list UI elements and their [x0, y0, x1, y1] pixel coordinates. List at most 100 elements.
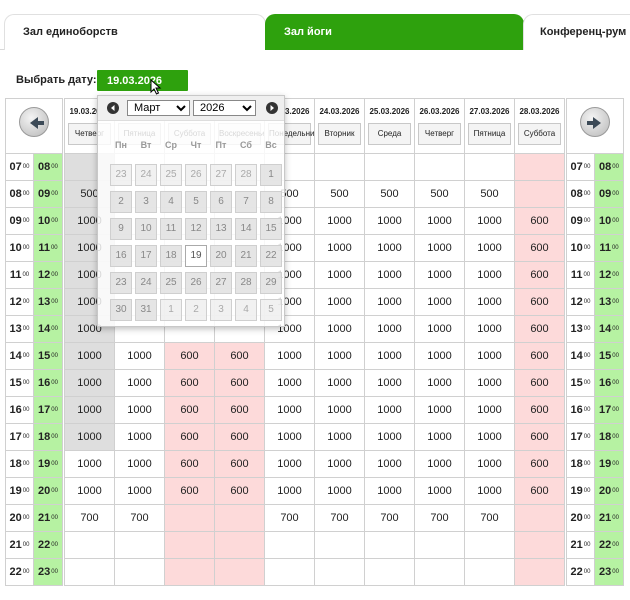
schedule-slot[interactable]: [164, 531, 215, 559]
schedule-slot[interactable]: 700: [264, 504, 315, 532]
calendar-day[interactable]: 10: [135, 218, 157, 240]
tab-conference-room[interactable]: Конференц-рум: [523, 14, 630, 50]
schedule-slot[interactable]: [64, 558, 115, 586]
schedule-slot[interactable]: 1000: [314, 342, 365, 370]
schedule-slot[interactable]: 1000: [314, 261, 365, 289]
schedule-slot[interactable]: 1000: [464, 315, 515, 343]
schedule-slot[interactable]: 1000: [414, 261, 465, 289]
schedule-slot[interactable]: [464, 531, 515, 559]
calendar-day[interactable]: 12: [185, 218, 207, 240]
schedule-slot[interactable]: 1000: [314, 423, 365, 451]
schedule-slot[interactable]: 1000: [64, 477, 115, 505]
schedule-slot[interactable]: 1000: [314, 477, 365, 505]
calendar-day[interactable]: 23: [110, 272, 132, 294]
chevron-left-icon[interactable]: [107, 102, 119, 114]
calendar-day[interactable]: 24: [135, 272, 157, 294]
tab-yoga-hall[interactable]: Зал йоги: [265, 14, 524, 50]
schedule-slot[interactable]: 1000: [464, 396, 515, 424]
schedule-slot[interactable]: 700: [364, 504, 415, 532]
schedule-slot[interactable]: 1000: [364, 423, 415, 451]
schedule-slot[interactable]: [214, 504, 265, 532]
calendar-day[interactable]: 21: [235, 245, 257, 267]
schedule-slot[interactable]: 1000: [414, 342, 465, 370]
calendar-day[interactable]: 2: [185, 299, 207, 321]
schedule-slot[interactable]: [464, 558, 515, 586]
calendar-day[interactable]: 28: [235, 164, 257, 186]
calendar-day[interactable]: 16: [110, 245, 132, 267]
calendar-day[interactable]: 7: [235, 191, 257, 213]
schedule-slot[interactable]: 500: [314, 180, 365, 208]
schedule-slot[interactable]: 1000: [364, 396, 415, 424]
schedule-slot[interactable]: 1000: [64, 423, 115, 451]
schedule-slot[interactable]: 600: [214, 342, 265, 370]
schedule-slot[interactable]: 1000: [64, 450, 115, 478]
schedule-slot[interactable]: 1000: [364, 315, 415, 343]
schedule-slot[interactable]: 1000: [264, 369, 315, 397]
column-weekday-button[interactable]: Вторник: [318, 123, 361, 145]
schedule-slot[interactable]: 1000: [364, 342, 415, 370]
schedule-slot[interactable]: [64, 531, 115, 559]
schedule-slot[interactable]: 700: [464, 504, 515, 532]
schedule-slot[interactable]: 1000: [364, 234, 415, 262]
calendar-day[interactable]: 18: [160, 245, 182, 267]
date-input[interactable]: [97, 70, 188, 91]
schedule-slot[interactable]: 1000: [114, 396, 165, 424]
calendar-day[interactable]: 1: [260, 164, 282, 186]
schedule-slot[interactable]: [314, 558, 365, 586]
schedule-slot[interactable]: 1000: [314, 288, 365, 316]
schedule-slot[interactable]: 600: [514, 477, 565, 505]
calendar-day[interactable]: 13: [210, 218, 232, 240]
schedule-slot[interactable]: 600: [164, 477, 215, 505]
calendar-day[interactable]: 1: [160, 299, 182, 321]
schedule-slot[interactable]: 700: [64, 504, 115, 532]
schedule-slot[interactable]: 1000: [464, 450, 515, 478]
schedule-slot[interactable]: 1000: [264, 396, 315, 424]
schedule-slot[interactable]: 600: [164, 369, 215, 397]
schedule-slot[interactable]: 600: [164, 423, 215, 451]
schedule-slot[interactable]: 1000: [64, 342, 115, 370]
schedule-slot[interactable]: 500: [464, 180, 515, 208]
calendar-day[interactable]: 17: [135, 245, 157, 267]
next-week-button[interactable]: [580, 107, 610, 137]
schedule-slot[interactable]: 1000: [264, 423, 315, 451]
schedule-slot[interactable]: 1000: [114, 369, 165, 397]
calendar-day[interactable]: 2: [110, 191, 132, 213]
schedule-slot[interactable]: 600: [214, 450, 265, 478]
schedule-slot[interactable]: 1000: [414, 423, 465, 451]
schedule-slot[interactable]: 1000: [114, 423, 165, 451]
schedule-slot[interactable]: 600: [514, 423, 565, 451]
schedule-slot[interactable]: 1000: [364, 450, 415, 478]
calendar-day[interactable]: 30: [110, 299, 132, 321]
schedule-slot[interactable]: 1000: [364, 261, 415, 289]
chevron-right-icon[interactable]: [266, 102, 278, 114]
calendar-day[interactable]: 4: [160, 191, 182, 213]
schedule-slot[interactable]: [464, 153, 515, 181]
schedule-slot[interactable]: 1000: [114, 342, 165, 370]
schedule-slot[interactable]: 1000: [114, 477, 165, 505]
calendar-day[interactable]: 5: [185, 191, 207, 213]
schedule-slot[interactable]: 1000: [314, 450, 365, 478]
schedule-slot[interactable]: [414, 531, 465, 559]
schedule-slot[interactable]: 1000: [264, 342, 315, 370]
schedule-slot[interactable]: [514, 558, 565, 586]
schedule-slot[interactable]: 1000: [414, 288, 465, 316]
calendar-day[interactable]: 23: [110, 164, 132, 186]
schedule-slot[interactable]: [364, 153, 415, 181]
schedule-slot[interactable]: [514, 531, 565, 559]
schedule-slot[interactable]: 700: [314, 504, 365, 532]
year-select[interactable]: 2026: [193, 100, 256, 116]
schedule-slot[interactable]: 600: [214, 396, 265, 424]
schedule-slot[interactable]: 500: [414, 180, 465, 208]
schedule-slot[interactable]: 1000: [464, 369, 515, 397]
schedule-slot[interactable]: [514, 180, 565, 208]
schedule-slot[interactable]: 1000: [464, 288, 515, 316]
calendar-day[interactable]: 25: [160, 272, 182, 294]
schedule-slot[interactable]: [364, 531, 415, 559]
column-weekday-button[interactable]: Четверг: [418, 123, 461, 145]
schedule-slot[interactable]: [414, 558, 465, 586]
schedule-slot[interactable]: 600: [514, 207, 565, 235]
tab-martial-arts-hall[interactable]: Зал единоборств: [4, 14, 266, 50]
calendar-day[interactable]: 25: [160, 164, 182, 186]
schedule-slot[interactable]: 1000: [464, 234, 515, 262]
calendar-day[interactable]: 11: [160, 218, 182, 240]
